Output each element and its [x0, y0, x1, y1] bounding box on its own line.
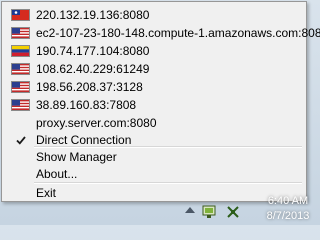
menu-item-label: Show Manager [36, 150, 117, 164]
menu-item-proxy-server[interactable]: proxy.server.com:8080 [4, 114, 304, 132]
menu-item-label: 198.56.208.37:3128 [36, 80, 143, 94]
proxy-context-menu: 220.132.19.136:8080 ec2-107-23-180-148.c… [1, 1, 320, 202]
tray-clock-time[interactable]: 6:40 AM [258, 195, 318, 207]
menu-item-label: 38.89.160.83:7808 [36, 98, 137, 112]
venezuela-flag-icon [11, 45, 30, 57]
menu-item-show-manager[interactable]: Show Manager [4, 148, 304, 166]
usa-flag-icon [11, 81, 30, 93]
menu-item-label: 220.132.19.136:8080 [36, 8, 150, 22]
menu-item-label: 190.74.177.104:8080 [36, 44, 150, 58]
menu-item-label: proxy.server.com:8080 [36, 116, 157, 130]
usa-flag-icon [11, 27, 30, 39]
checkmark-icon [16, 136, 26, 145]
taiwan-flag-icon [11, 9, 30, 21]
menu-item-proxy-198-56-208-37[interactable]: 198.56.208.37:3128 [4, 78, 304, 96]
show-hidden-icons-arrow-icon[interactable] [185, 207, 195, 213]
menu-item-label: Direct Connection [36, 133, 132, 147]
menu-item-proxy-ec2-amazonaws[interactable]: ec2-107-23-180-148.compute-1.amazonaws.c… [4, 24, 320, 42]
usa-flag-icon [11, 99, 30, 111]
menu-item-label: 108.62.40.229:61249 [36, 62, 150, 76]
menu-item-label: Exit [36, 186, 57, 200]
menu-item-proxy-220-132-19-136[interactable]: 220.132.19.136:8080 [4, 6, 304, 24]
proxy-tray-icon[interactable] [202, 205, 216, 219]
menu-item-about[interactable]: About... [4, 165, 304, 183]
network-icon[interactable] [226, 205, 240, 219]
usa-flag-icon [11, 63, 30, 75]
menu-item-proxy-38-89-160-83[interactable]: 38.89.160.83:7808 [4, 96, 304, 114]
menu-item-label: ec2-107-23-180-148.compute-1.amazonaws.c… [36, 26, 320, 40]
menu-item-proxy-108-62-40-229[interactable]: 108.62.40.229:61249 [4, 60, 304, 78]
menu-item-label: About... [36, 167, 78, 181]
tray-clock-date[interactable]: 8/7/2013 [258, 210, 318, 222]
menu-item-proxy-190-74-177-104[interactable]: 190.74.177.104:8080 [4, 42, 304, 60]
